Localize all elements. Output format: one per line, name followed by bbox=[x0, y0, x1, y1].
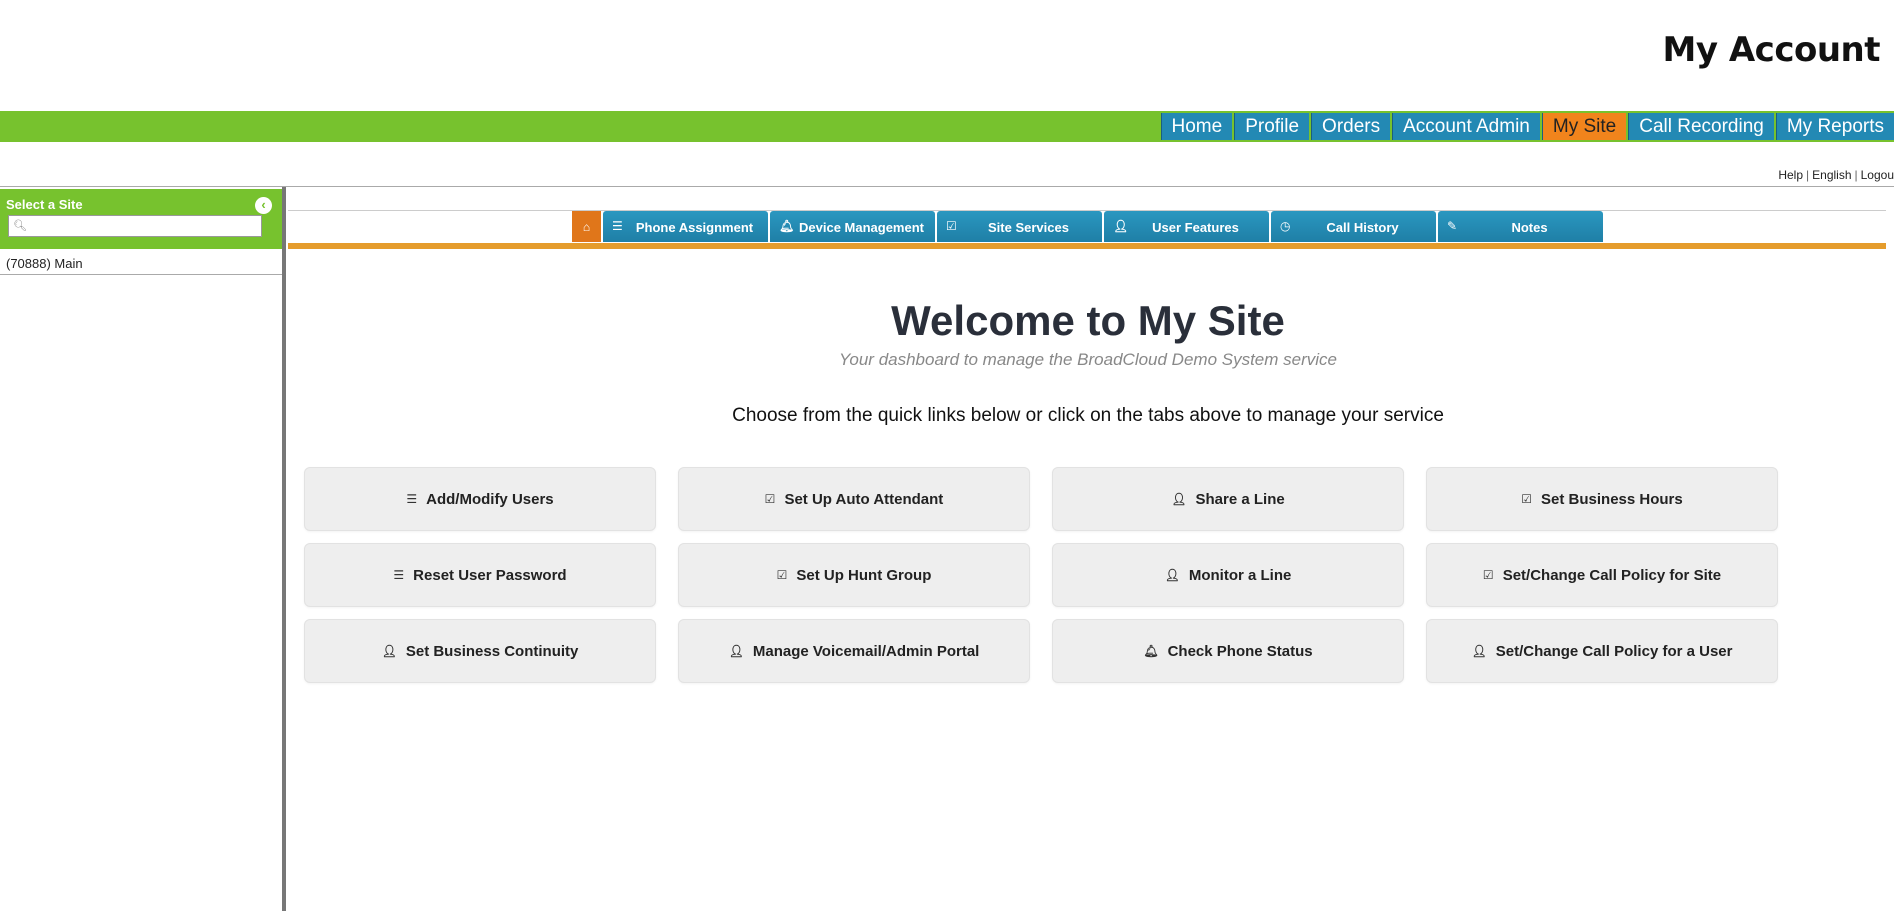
sidebar-splitter[interactable] bbox=[282, 187, 286, 911]
user-icon: 👤︎ bbox=[1113, 219, 1129, 233]
quick-link-label: Add/Modify Users bbox=[426, 490, 554, 508]
check-edit-icon: ☑ bbox=[1521, 492, 1533, 506]
separator: | bbox=[1806, 168, 1810, 182]
sidebar-title: Select a Site bbox=[6, 197, 83, 212]
check-phone-status-button[interactable]: 🔔︎ Check Phone Status bbox=[1052, 619, 1404, 683]
user-icon: 👤︎ bbox=[1171, 492, 1187, 506]
pencil-icon: ✎ bbox=[1447, 219, 1458, 233]
tab-phone-assignment[interactable]: ☰ Phone Assignment bbox=[603, 211, 768, 242]
share-a-line-button[interactable]: 👤︎ Share a Line bbox=[1052, 467, 1404, 531]
quick-link-label: Manage Voicemail/Admin Portal bbox=[752, 642, 980, 660]
page-subtitle: Your dashboard to manage the BroadCloud … bbox=[839, 350, 1337, 369]
quick-link-label: Set Business Continuity bbox=[405, 642, 579, 660]
check-edit-icon: ☑ bbox=[1482, 568, 1494, 582]
quick-link-label: Share a Line bbox=[1195, 490, 1285, 508]
tab-underline-bar bbox=[288, 243, 1886, 249]
check-edit-icon: ☑ bbox=[764, 492, 776, 506]
clock-icon: ◷ bbox=[1280, 219, 1291, 233]
nav-orders[interactable]: Orders bbox=[1311, 113, 1391, 140]
check-edit-icon: ☑ bbox=[776, 568, 788, 582]
bell-icon: 🔔︎ bbox=[1143, 644, 1159, 658]
quick-link-label: Set Up Auto Attendant bbox=[784, 490, 944, 508]
site-sidebar: Select a Site ‹ 🔍︎ (70888) Main bbox=[0, 187, 282, 911]
check-edit-icon: ☑ bbox=[946, 219, 957, 233]
search-icon: 🔍︎ bbox=[13, 220, 27, 232]
nav-home[interactable]: Home bbox=[1160, 113, 1233, 140]
reset-user-password-button[interactable]: ☰ Reset User Password bbox=[304, 543, 656, 607]
set-up-auto-attendant-button[interactable]: ☑ Set Up Auto Attendant bbox=[678, 467, 1030, 531]
site-tabs: ⌂ ☰ Phone Assignment 🔔︎ Device Managemen… bbox=[572, 211, 1605, 242]
tab-label: Site Services bbox=[988, 220, 1069, 235]
quick-link-label: Monitor a Line bbox=[1188, 566, 1292, 584]
user-icon: 👤︎ bbox=[381, 644, 397, 658]
nav-account-admin[interactable]: Account Admin bbox=[1392, 113, 1540, 140]
list-icon: ☰ bbox=[612, 219, 623, 233]
set-business-continuity-button[interactable]: 👤︎ Set Business Continuity bbox=[304, 619, 656, 683]
user-icon: 👤︎ bbox=[1471, 644, 1487, 658]
main-nav: Home Profile Orders Account Admin My Sit… bbox=[0, 111, 1894, 142]
quick-link-label: Set Business Hours bbox=[1541, 490, 1683, 508]
quick-link-label: Set/Change Call Policy for Site bbox=[1502, 566, 1722, 584]
bell-icon: 🔔︎ bbox=[779, 219, 795, 233]
tab-notes[interactable]: ✎ Notes bbox=[1438, 211, 1603, 242]
site-list-item[interactable]: (70888) Main bbox=[0, 249, 282, 275]
manage-voicemail-button[interactable]: 👤︎ Manage Voicemail/Admin Portal bbox=[678, 619, 1030, 683]
list-icon: ☰ bbox=[393, 568, 405, 582]
account-title: My Account bbox=[1662, 30, 1881, 70]
quick-links-grid: ☰ Add/Modify Users ☑ Set Up Auto Attendant… bbox=[304, 467, 1778, 683]
add-modify-users-button[interactable]: ☰ Add/Modify Users bbox=[304, 467, 656, 531]
nav-profile[interactable]: Profile bbox=[1234, 113, 1310, 140]
home-tab-icon[interactable]: ⌂ bbox=[572, 211, 601, 242]
monitor-a-line-button[interactable]: 👤︎ Monitor a Line bbox=[1052, 543, 1404, 607]
tab-label: Device Management bbox=[799, 220, 924, 235]
site-search: 🔍︎ bbox=[8, 215, 262, 237]
logout-link[interactable]: Logou bbox=[1861, 168, 1894, 182]
user-icon: 👤︎ bbox=[1164, 568, 1180, 582]
tab-label: Call History bbox=[1326, 220, 1399, 235]
help-link[interactable]: Help bbox=[1778, 168, 1803, 182]
language-link[interactable]: English bbox=[1812, 168, 1851, 182]
set-business-hours-button[interactable]: ☑ Set Business Hours bbox=[1426, 467, 1778, 531]
tab-call-history[interactable]: ◷ Call History bbox=[1271, 211, 1436, 242]
instruction-text: Choose from the quick links below or cli… bbox=[732, 405, 1444, 426]
list-icon: ☰ bbox=[406, 492, 418, 506]
quick-link-label: Reset User Password bbox=[413, 566, 567, 584]
tab-device-management[interactable]: 🔔︎ Device Management bbox=[770, 211, 935, 242]
sidebar-header: Select a Site ‹ 🔍︎ bbox=[0, 189, 282, 249]
nav-my-reports[interactable]: My Reports bbox=[1775, 113, 1894, 140]
tab-site-services[interactable]: ☑ Site Services bbox=[937, 211, 1102, 242]
user-icon: 👤︎ bbox=[728, 644, 744, 658]
site-search-input[interactable] bbox=[27, 217, 257, 235]
set-call-policy-site-button[interactable]: ☑ Set/Change Call Policy for Site bbox=[1426, 543, 1778, 607]
nav-call-recording[interactable]: Call Recording bbox=[1628, 113, 1774, 140]
tab-label: User Features bbox=[1152, 220, 1239, 235]
set-up-hunt-group-button[interactable]: ☑ Set Up Hunt Group bbox=[678, 543, 1030, 607]
tab-label: Notes bbox=[1511, 220, 1548, 235]
quick-link-label: Set/Change Call Policy for a User bbox=[1495, 642, 1733, 660]
tab-label: Phone Assignment bbox=[635, 220, 754, 235]
collapse-sidebar-icon[interactable]: ‹ bbox=[255, 197, 272, 214]
separator: | bbox=[1854, 168, 1858, 182]
quick-link-label: Check Phone Status bbox=[1167, 642, 1313, 660]
main-content: ⌂ ☰ Phone Assignment 🔔︎ Device Managemen… bbox=[288, 187, 1894, 911]
set-call-policy-user-button[interactable]: 👤︎ Set/Change Call Policy for a User bbox=[1426, 619, 1778, 683]
page-title: Welcome to My Site bbox=[891, 297, 1285, 344]
quick-link-label: Set Up Hunt Group bbox=[796, 566, 932, 584]
nav-my-site[interactable]: My Site bbox=[1541, 113, 1627, 140]
tab-user-features[interactable]: 👤︎ User Features bbox=[1104, 211, 1269, 242]
utility-links: Help | English | Logou bbox=[1778, 168, 1894, 182]
page-header: My Account bbox=[0, 0, 1894, 111]
